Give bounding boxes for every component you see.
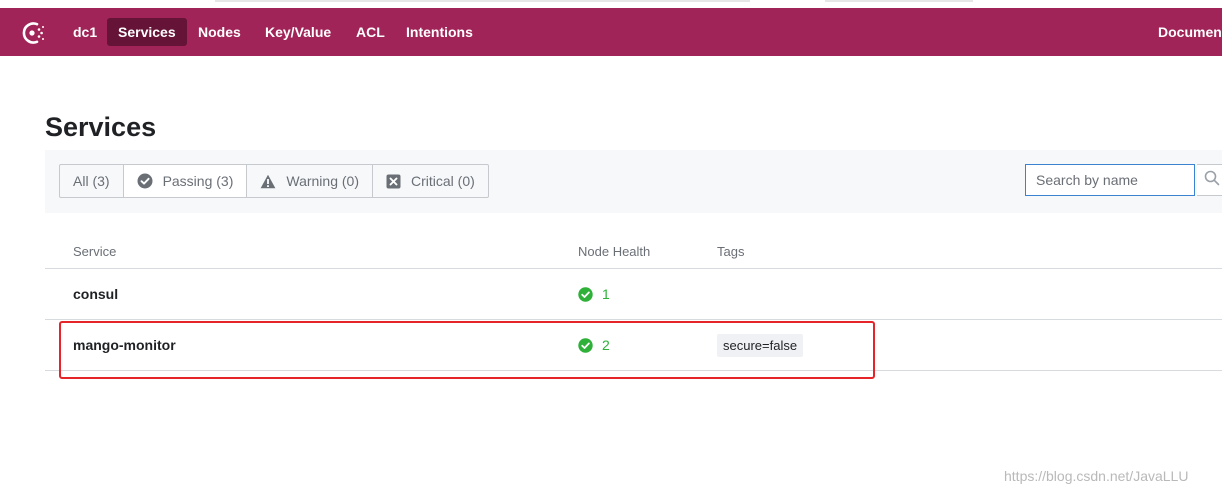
node-health-indicator: 2 <box>578 337 610 353</box>
column-header-service[interactable]: Service <box>73 244 116 259</box>
node-health-indicator: 1 <box>578 286 610 302</box>
filter-tab-label: Passing (3) <box>162 173 234 189</box>
filter-tab-label: Warning (0) <box>286 173 359 189</box>
service-name-link[interactable]: consul <box>73 286 118 302</box>
filter-tab-critical[interactable]: Critical (0) <box>372 164 489 198</box>
browser-top-strip <box>0 0 1222 8</box>
health-filter-tabs: All (3) Passing (3) Warning (0) Critical… <box>59 164 489 198</box>
column-header-node-health[interactable]: Node Health <box>578 244 650 259</box>
passing-check-icon <box>578 286 593 302</box>
nav-item-intentions[interactable]: Intentions <box>395 18 484 46</box>
filter-tab-label: All (3) <box>73 173 110 189</box>
services-table: Service Node Health Tags consul 1 mango-… <box>45 232 1222 371</box>
health-count: 1 <box>602 286 610 302</box>
warning-icon <box>260 174 276 189</box>
search-button[interactable] <box>1197 164 1222 196</box>
filter-bar: All (3) Passing (3) Warning (0) Critical… <box>45 150 1222 213</box>
datacenter-selector[interactable]: dc1 <box>62 18 108 46</box>
column-header-tags[interactable]: Tags <box>717 244 744 259</box>
table-header: Service Node Health Tags <box>45 232 1222 269</box>
check-circle-icon <box>137 173 153 189</box>
filter-tab-passing[interactable]: Passing (3) <box>122 164 248 198</box>
browser-tab-ghost <box>825 0 973 2</box>
x-square-icon <box>386 174 401 189</box>
page-title: Services <box>45 112 157 142</box>
nav-item-services[interactable]: Services <box>107 18 187 46</box>
top-navbar: dc1 Services Nodes Key/Value ACL Intenti… <box>0 8 1222 56</box>
passing-check-icon <box>578 337 593 353</box>
table-row[interactable]: consul 1 <box>45 269 1222 320</box>
nav-item-key-value[interactable]: Key/Value <box>254 18 342 46</box>
browser-tab-ghost <box>215 0 750 2</box>
filter-tab-all[interactable]: All (3) <box>59 164 124 198</box>
nav-item-nodes[interactable]: Nodes <box>187 18 252 46</box>
service-tag: secure=false <box>717 334 804 357</box>
service-name-link[interactable]: mango-monitor <box>73 337 176 353</box>
nav-item-documentation[interactable]: Documen <box>1147 18 1222 46</box>
watermark: https://blog.csdn.net/JavaLLU <box>1004 468 1189 484</box>
table-row[interactable]: mango-monitor 2 secure=false <box>45 320 1222 371</box>
search-icon <box>1204 170 1220 191</box>
filter-tab-label: Critical (0) <box>411 173 475 189</box>
filter-tab-warning[interactable]: Warning (0) <box>246 164 373 198</box>
health-count: 2 <box>602 337 610 353</box>
nav-item-acl[interactable]: ACL <box>345 18 396 46</box>
consul-logo-icon[interactable] <box>20 19 48 47</box>
search-input[interactable] <box>1025 164 1195 196</box>
